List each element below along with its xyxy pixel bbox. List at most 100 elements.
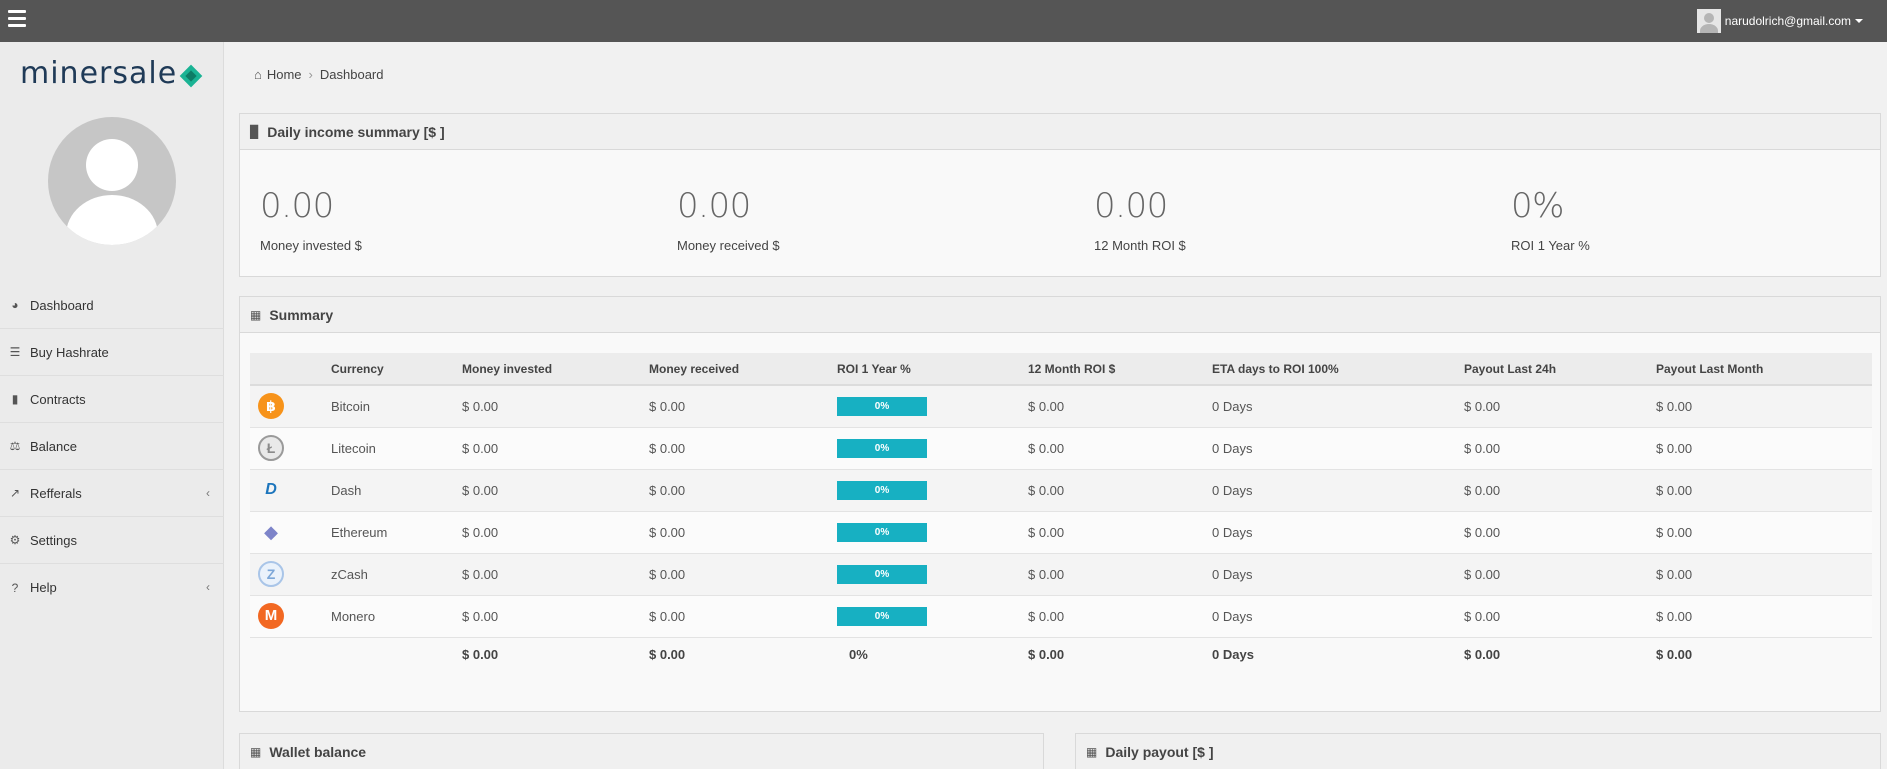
table-total-row: $ 0.00 $ 0.00 0% $ 0.00 0 Days $ 0.00 $ … <box>250 637 1872 671</box>
zcash-icon: Z <box>258 561 284 587</box>
sidebar-item-buy-hashrate[interactable]: ☰ Buy Hashrate <box>0 329 224 376</box>
column-header[interactable]: Money invested <box>462 353 649 386</box>
cell-payout-24h: $ 0.00 <box>1464 385 1656 428</box>
total-invested: $ 0.00 <box>462 637 649 671</box>
main-content: ⌂ Home › Dashboard ▉ Daily income summar… <box>224 42 1887 769</box>
stat-value: 0.00 <box>677 186 751 226</box>
cell-currency: zCash <box>331 553 462 596</box>
cell-month-roi: $ 0.00 <box>1028 511 1212 554</box>
bitcoin-icon: ฿ <box>258 393 284 420</box>
column-header[interactable]: Money received <box>649 353 837 386</box>
column-header[interactable]: Payout Last Month <box>1656 353 1872 386</box>
cell-payout-month: $ 0.00 <box>1656 553 1872 596</box>
roi-progress-bar: 0% <box>837 396 927 416</box>
table-header-row: Currency Money invested Money received R… <box>250 353 1872 386</box>
stat-value: 0.00 <box>260 186 334 226</box>
cell-received: $ 0.00 <box>649 469 837 512</box>
cell-currency: Ethereum <box>331 511 462 554</box>
column-header[interactable]: Payout Last 24h <box>1464 353 1656 386</box>
panel-header: ▦ Wallet balance <box>240 734 1043 769</box>
breadcrumb-home[interactable]: Home <box>267 67 302 82</box>
monero-icon: M <box>258 603 284 629</box>
cell-currency: Dash <box>331 469 462 512</box>
cell-eta: 0 Days <box>1212 595 1464 638</box>
scale-icon: ⚖ <box>9 439 21 453</box>
sidebar-item-label: Refferals <box>30 485 82 501</box>
sidebar-item-contracts[interactable]: ▮ Contracts <box>0 376 224 423</box>
menu-toggle-icon[interactable] <box>8 10 26 27</box>
daily-payout-panel: ▦ Daily payout [$ ] <box>1075 733 1881 769</box>
cell-payout-month: $ 0.00 <box>1656 385 1872 428</box>
logo-text: minersale <box>20 56 178 91</box>
litecoin-icon: Ł <box>258 435 284 461</box>
column-header[interactable]: ETA days to ROI 100% <box>1212 353 1464 386</box>
stat-money-received: 0.00 Money received $ <box>677 186 780 253</box>
user-avatar <box>1696 9 1721 33</box>
ethereum-icon: ◆ <box>264 522 278 542</box>
panel-title: Daily income summary [$ ] <box>267 123 445 140</box>
cell-payout-24h: $ 0.00 <box>1464 553 1656 596</box>
cell-month-roi: $ 0.00 <box>1028 595 1212 638</box>
table-row: M Monero $ 0.00 $ 0.00 0% $ 0.00 0 Days … <box>250 595 1872 638</box>
table-row: ฿ Bitcoin $ 0.00 $ 0.00 0% $ 0.00 0 Days… <box>250 385 1872 428</box>
daily-income-panel: ▉ Daily income summary [$ ] 0.00 Money i… <box>239 113 1881 277</box>
cell-eta: 0 Days <box>1212 511 1464 554</box>
sidebar-item-dashboard[interactable]: ◕ Dashboard <box>0 282 224 329</box>
cell-month-roi: $ 0.00 <box>1028 427 1212 470</box>
panel-title: Wallet balance <box>269 743 367 760</box>
sidebar-item-label: Help <box>30 580 57 595</box>
stat-roi-1-year: 0% ROI 1 Year % <box>1511 186 1590 253</box>
cell-payout-month: $ 0.00 <box>1656 427 1872 470</box>
column-header[interactable]: 12 Month ROI $ <box>1028 353 1212 386</box>
cell-invested: $ 0.00 <box>462 511 649 554</box>
user-menu[interactable]: narudolrich@gmail.com <box>1696 9 1863 33</box>
stat-money-invested: 0.00 Money invested $ <box>260 186 362 253</box>
cell-currency: Bitcoin <box>331 385 462 428</box>
file-icon: ▮ <box>11 392 19 406</box>
cell-month-roi: $ 0.00 <box>1028 553 1212 596</box>
stat-label: ROI 1 Year % <box>1511 238 1590 253</box>
cell-month-roi: $ 0.00 <box>1028 469 1212 512</box>
sidebar-item-refferals[interactable]: ↗ Refferals ‹ <box>0 470 224 517</box>
cell-payout-month: $ 0.00 <box>1656 469 1872 512</box>
sidebar-item-label: Contracts <box>30 391 86 407</box>
cell-payout-24h: $ 0.00 <box>1464 511 1656 554</box>
panel-title: Daily payout [$ ] <box>1105 743 1214 760</box>
cell-payout-24h: $ 0.00 <box>1464 427 1656 470</box>
panel-title: Summary <box>269 306 334 323</box>
roi-progress-bar: 0% <box>837 564 927 584</box>
summary-panel: ▦ Summary Currency Money invested Money … <box>239 296 1881 712</box>
sidebar-item-label: Dashboard <box>30 297 94 313</box>
cell-eta: 0 Days <box>1212 385 1464 428</box>
total-roi: 0% <box>837 637 1028 671</box>
cell-eta: 0 Days <box>1212 427 1464 470</box>
table-icon: ▦ <box>250 307 262 322</box>
external-link-icon: ↗ <box>9 486 21 500</box>
logo[interactable]: minersale <box>20 56 203 91</box>
cell-currency: Monero <box>331 595 462 638</box>
breadcrumb: ⌂ Home › Dashboard <box>254 67 384 82</box>
top-navbar: narudolrich@gmail.com <box>0 0 1887 42</box>
sidebar-item-label: Balance <box>30 438 77 454</box>
sidebar-item-help[interactable]: ? Help ‹ <box>0 564 224 611</box>
total-received: $ 0.00 <box>649 637 837 671</box>
cell-received: $ 0.00 <box>649 427 837 470</box>
breadcrumb-current: Dashboard <box>319 67 384 82</box>
column-header[interactable]: ROI 1 Year % <box>837 353 1028 386</box>
cell-received: $ 0.00 <box>649 385 837 428</box>
sidebar-item-balance[interactable]: ⚖ Balance <box>0 423 224 470</box>
total-eta: 0 Days <box>1212 637 1464 671</box>
table-row: D Dash $ 0.00 $ 0.00 0% $ 0.00 0 Days $ … <box>250 469 1872 512</box>
cell-invested: $ 0.00 <box>462 469 649 512</box>
table-icon: ▦ <box>1086 744 1098 759</box>
roi-progress-bar: 0% <box>837 606 927 626</box>
sidebar-nav: ◕ Dashboard ☰ Buy Hashrate ▮ Contracts ⚖… <box>0 282 224 611</box>
cell-payout-24h: $ 0.00 <box>1464 469 1656 512</box>
cell-received: $ 0.00 <box>649 511 837 554</box>
stat-value: 0% <box>1511 186 1564 226</box>
roi-progress-bar: 0% <box>837 480 927 500</box>
sidebar-item-settings[interactable]: ⚙ Settings <box>0 517 224 564</box>
cell-payout-month: $ 0.00 <box>1656 511 1872 554</box>
column-header[interactable]: Currency <box>331 353 462 386</box>
cell-invested: $ 0.00 <box>462 595 649 638</box>
